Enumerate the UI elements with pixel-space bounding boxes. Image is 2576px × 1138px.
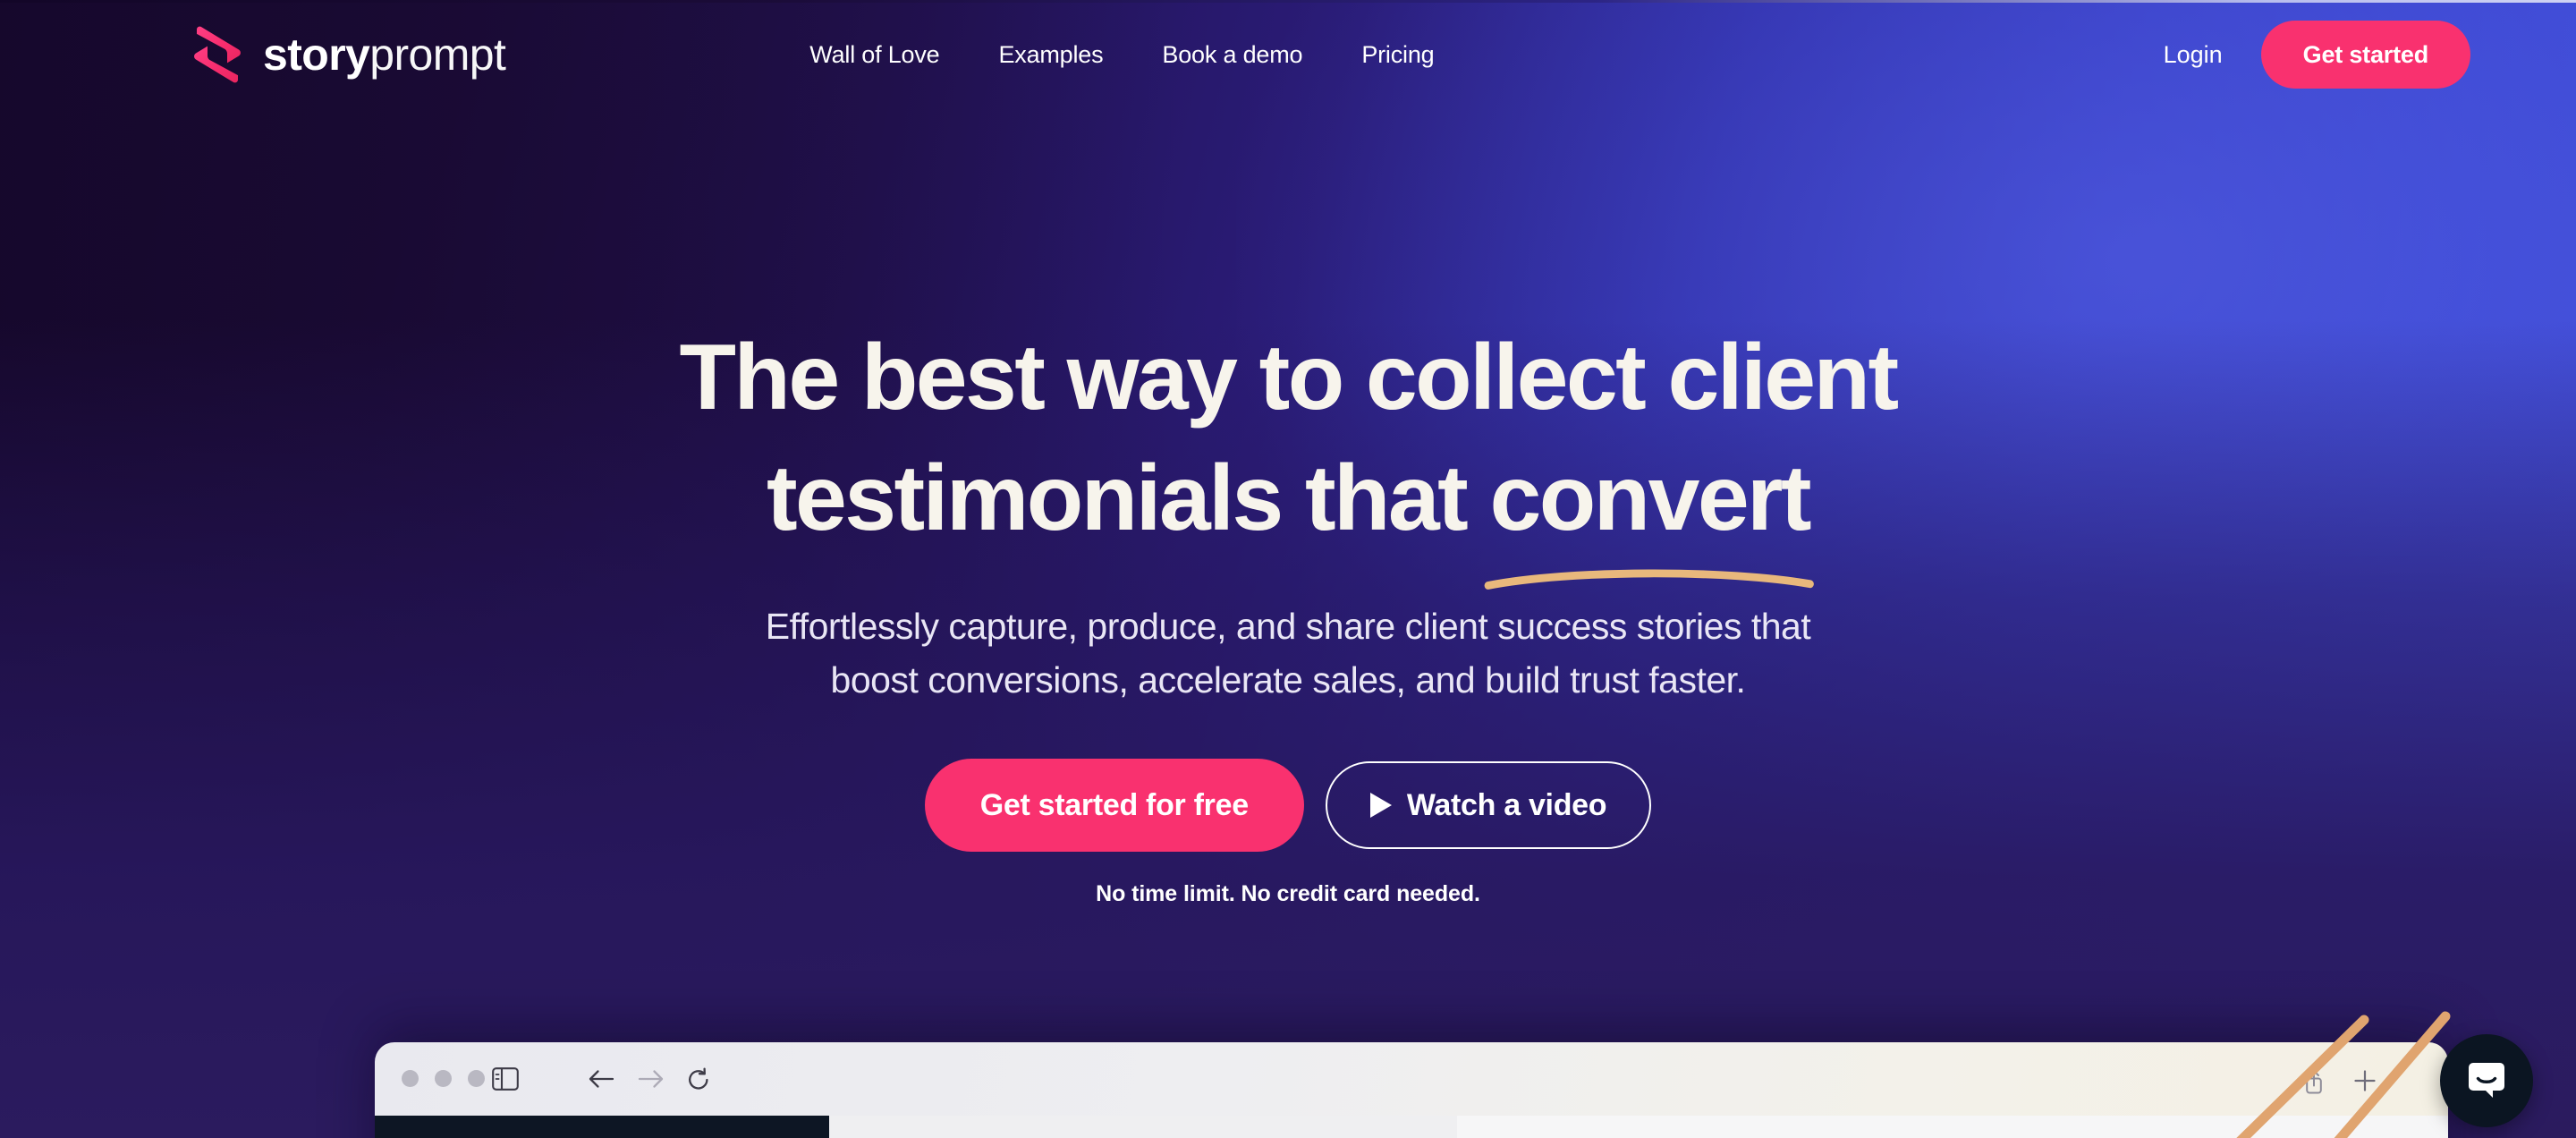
plus-icon[interactable] [2351,1067,2378,1099]
play-triangle-icon [1369,793,1392,819]
app-sidebar: StoryPrompt [375,1116,829,1138]
browser-viewport: StoryPrompt Replies [375,1116,2448,1138]
headline-accent-word: convert [1485,438,1815,590]
header-actions: Login Get started [2125,21,2470,89]
intercom-chat-launcher[interactable] [2440,1034,2533,1127]
get-started-for-free-button[interactable]: Get started for free [924,759,1304,853]
nav-item-book-a-demo[interactable]: Book a demo [1132,41,1332,69]
subtitle-line-1: Effortlessly capture, produce, and share… [765,606,1811,648]
sidebar-toggle-icon[interactable] [492,1067,519,1095]
arrow-right-icon[interactable] [637,1067,665,1095]
brand-word-bold: story [263,30,370,80]
browser-chrome [375,1042,2448,1116]
brand-wordmark: storyprompt [263,30,506,80]
chat-bubble-icon [2463,1056,2510,1107]
subtitle-line-2: boost conversions, accelerate sales, and… [830,659,1746,701]
hero-fineprint: No time limit. No credit card needed. [1096,881,1480,907]
page-title: The best way to collect client testimoni… [0,318,2576,590]
hero-section: The best way to collect client testimoni… [0,0,2576,907]
login-link[interactable]: Login [2125,41,2261,69]
headline-accent-text: convert [1489,446,1811,551]
traffic-lights [402,1070,485,1087]
hero-subtitle: Effortlessly capture, produce, and share… [0,600,2576,708]
app-content-column-right: Replies [1457,1116,2448,1138]
brand-logo[interactable]: storyprompt [191,26,506,83]
underline-stroke-icon [1485,569,1815,590]
watch-a-video-label: Watch a video [1406,787,1607,822]
close-dot-icon[interactable] [402,1070,419,1087]
nav-item-examples[interactable]: Examples [969,41,1132,69]
share-icon[interactable] [2302,1069,2326,1099]
get-started-button[interactable]: Get started [2260,21,2470,89]
brand-word-light: prompt [369,30,506,80]
maximize-dot-icon[interactable] [468,1070,485,1087]
headline-line-2-text: testimonials that [767,446,1490,551]
app-content-column-left [829,1116,1457,1138]
watch-a-video-button[interactable]: Watch a video [1325,761,1652,850]
headline-line-1: The best way to collect client [679,326,1899,429]
storyprompt-logo-icon [191,26,243,83]
headline-line-2: testimonials that convert [0,438,2576,590]
nav-item-pricing[interactable]: Pricing [1332,41,1463,69]
minimize-dot-icon[interactable] [435,1070,452,1087]
site-header: storyprompt Wall of Love Examples Book a… [0,0,2576,109]
browser-mockup: StoryPrompt Replies [375,1042,2448,1138]
nav-item-wall-of-love[interactable]: Wall of Love [780,41,969,69]
primary-navigation: Wall of Love Examples Book a demo Pricin… [780,41,1463,69]
hero-cta-row: Get started for free Watch a video [0,759,2576,853]
reload-icon[interactable] [686,1067,711,1097]
arrow-left-icon[interactable] [587,1067,615,1095]
app-main-content: Replies [829,1116,2448,1138]
